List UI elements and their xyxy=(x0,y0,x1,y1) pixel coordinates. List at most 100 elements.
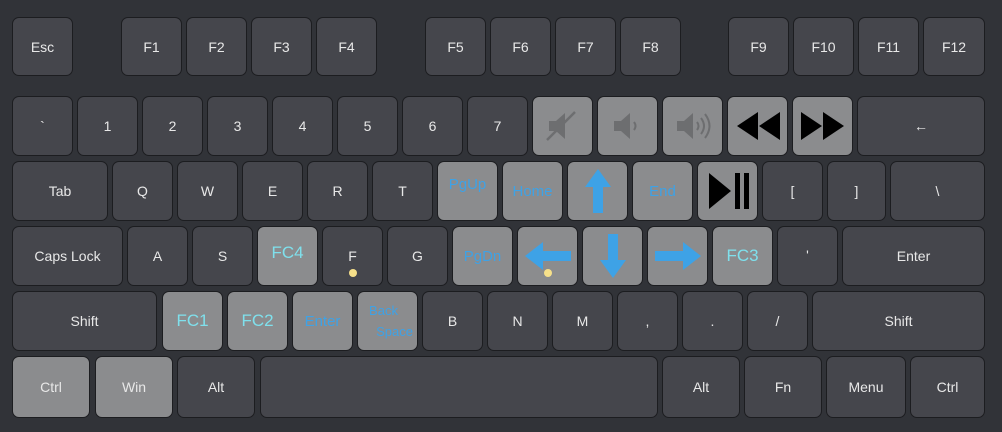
key-backslash[interactable]: \ xyxy=(890,161,985,221)
key-z-remap-fc1[interactable]: FC1 xyxy=(162,291,223,351)
key-shift-right[interactable]: Shift xyxy=(812,291,985,351)
key-label: Tab xyxy=(48,183,72,199)
key-f5[interactable]: F5 xyxy=(425,17,486,76)
key-f4[interactable]: F4 xyxy=(316,17,377,76)
key-j-remap-left[interactable] xyxy=(517,226,578,286)
key-6[interactable]: 6 xyxy=(402,96,463,156)
key-label: ` xyxy=(40,118,45,134)
key-label: FC3 xyxy=(726,246,759,265)
key-e[interactable]: E xyxy=(242,161,303,221)
key-volume-up[interactable] xyxy=(662,96,723,156)
key-alt-left[interactable]: Alt xyxy=(177,356,255,418)
key-backspace[interactable]: ← xyxy=(857,96,985,156)
key-right-bracket[interactable]: ] xyxy=(827,161,886,221)
key-label-line2: Space xyxy=(376,324,413,339)
key-fn[interactable]: Fn xyxy=(744,356,822,418)
key-f3[interactable]: F3 xyxy=(251,17,312,76)
key-media-next[interactable] xyxy=(792,96,853,156)
key-f9[interactable]: F9 xyxy=(728,17,789,76)
key-alt-right[interactable]: Alt xyxy=(662,356,740,418)
key-label: Fn xyxy=(774,379,792,395)
key-b[interactable]: B xyxy=(422,291,483,351)
key-c-remap-enter[interactable]: Enter xyxy=(292,291,353,351)
key-x-remap-fc2[interactable]: FC2 xyxy=(227,291,288,351)
key-f7[interactable]: F7 xyxy=(555,17,616,76)
key-semicolon-remap-fc3[interactable]: FC3 xyxy=(712,226,773,286)
key-label: Ctrl xyxy=(936,379,959,395)
key-label: Caps Lock xyxy=(34,248,101,264)
key-ctrl-right[interactable]: Ctrl xyxy=(910,356,985,418)
key-enter[interactable]: Enter xyxy=(842,226,985,286)
key-f8[interactable]: F8 xyxy=(620,17,681,76)
key-mute[interactable] xyxy=(532,96,593,156)
key-r[interactable]: R xyxy=(307,161,368,221)
key-p-remap-play-pause[interactable] xyxy=(697,161,758,221)
key-ctrl-left[interactable]: Ctrl xyxy=(12,356,90,418)
key-4[interactable]: 4 xyxy=(272,96,333,156)
key-label: F5 xyxy=(447,38,464,55)
key-label: ' xyxy=(806,247,809,263)
key-tab[interactable]: Tab xyxy=(12,161,108,221)
key-s[interactable]: S xyxy=(192,226,253,286)
key-f10[interactable]: F10 xyxy=(793,17,854,76)
key-label: \ xyxy=(935,183,940,199)
arrow-up-icon xyxy=(584,169,611,213)
key-7[interactable]: 7 xyxy=(467,96,528,156)
key-y-remap-pgup[interactable]: PgUp xyxy=(437,161,498,221)
key-period[interactable]: . xyxy=(682,291,743,351)
key-f11[interactable]: F11 xyxy=(858,17,919,76)
key-label: 4 xyxy=(298,118,307,134)
key-w[interactable]: W xyxy=(177,161,238,221)
key-label: F6 xyxy=(512,38,529,55)
key-quote[interactable]: ' xyxy=(777,226,838,286)
key-label: E xyxy=(267,183,278,199)
key-backtick[interactable]: ` xyxy=(12,96,73,156)
key-label: 3 xyxy=(233,118,242,134)
key-h-remap-pgdn[interactable]: PgDn xyxy=(452,226,513,286)
key-f1[interactable]: F1 xyxy=(121,17,182,76)
key-shift-left[interactable]: Shift xyxy=(12,291,157,351)
key-a[interactable]: A xyxy=(127,226,188,286)
key-left-bracket[interactable]: [ xyxy=(762,161,823,221)
key-slash[interactable]: / xyxy=(747,291,808,351)
key-comma[interactable]: , xyxy=(617,291,678,351)
key-i-remap-up[interactable] xyxy=(567,161,628,221)
key-n[interactable]: N xyxy=(487,291,548,351)
key-volume-down[interactable] xyxy=(597,96,658,156)
key-f12[interactable]: F12 xyxy=(923,17,985,76)
key-m[interactable]: M xyxy=(552,291,613,351)
key-label: 7 xyxy=(493,118,502,134)
key-u-remap-home[interactable]: Home xyxy=(502,161,563,221)
key-caps-lock[interactable]: Caps Lock xyxy=(12,226,123,286)
key-label: 1 xyxy=(103,118,112,134)
key-o-remap-end[interactable]: End xyxy=(632,161,693,221)
key-v-remap-backspace[interactable]: Back Space xyxy=(357,291,418,351)
key-g[interactable]: G xyxy=(387,226,448,286)
key-space[interactable] xyxy=(260,356,658,418)
key-f[interactable]: F xyxy=(322,226,383,286)
key-3[interactable]: 3 xyxy=(207,96,268,156)
key-label: W xyxy=(200,183,215,199)
key-f6[interactable]: F6 xyxy=(490,17,551,76)
key-f2[interactable]: F2 xyxy=(186,17,247,76)
key-label: F9 xyxy=(750,38,767,55)
key-2[interactable]: 2 xyxy=(142,96,203,156)
key-label: F10 xyxy=(811,38,836,55)
key-label: F4 xyxy=(338,38,355,55)
arrow-down-icon xyxy=(599,234,626,278)
key-menu[interactable]: Menu xyxy=(826,356,906,418)
key-media-previous[interactable] xyxy=(727,96,788,156)
key-1[interactable]: 1 xyxy=(77,96,138,156)
key-l-remap-right[interactable] xyxy=(647,226,708,286)
key-win[interactable]: Win xyxy=(95,356,173,418)
key-label: Shift xyxy=(884,313,913,329)
key-label: N xyxy=(512,313,523,329)
key-t[interactable]: T xyxy=(372,161,433,221)
key-d-remap-fc4[interactable]: FC4 xyxy=(257,226,318,286)
key-esc[interactable]: Esc xyxy=(12,17,73,76)
key-q[interactable]: Q xyxy=(112,161,173,221)
key-label: F3 xyxy=(273,38,290,55)
key-k-remap-down[interactable] xyxy=(582,226,643,286)
key-label: G xyxy=(412,248,423,264)
key-5[interactable]: 5 xyxy=(337,96,398,156)
